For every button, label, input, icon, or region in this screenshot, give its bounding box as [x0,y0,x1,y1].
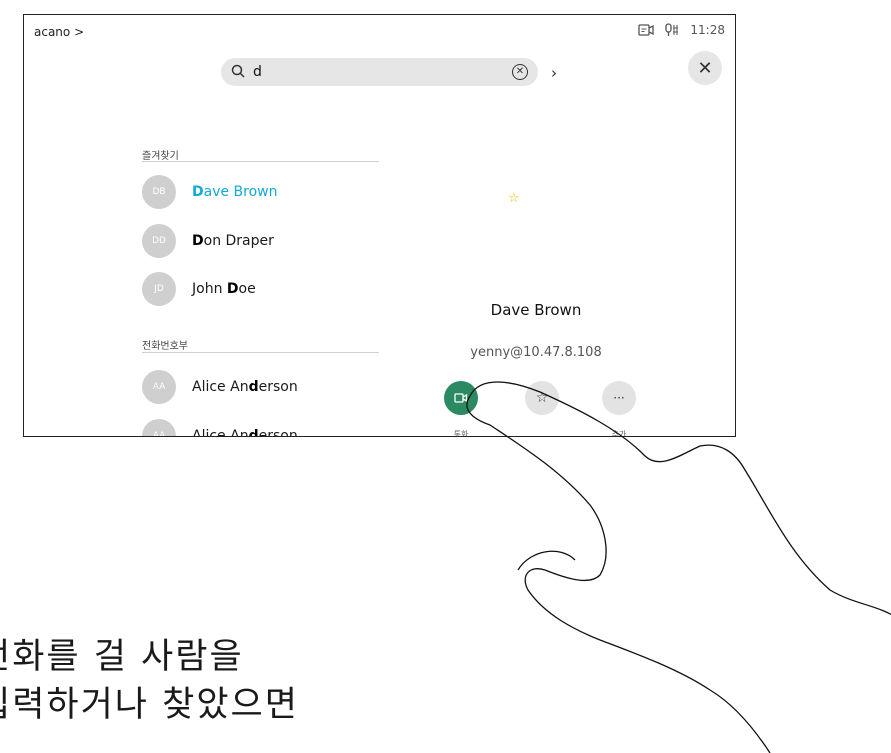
avatar: DD [142,224,176,258]
call-button[interactable] [444,381,478,415]
close-icon[interactable]: ✕ [688,51,722,85]
contact-row[interactable]: DD Don Draper [142,224,274,258]
avatar: AA [142,370,176,404]
star-icon[interactable]: ☆ [508,191,520,206]
star-icon: ☆ [535,390,549,406]
camera-icon [638,23,655,37]
top-bar: acano > 11:28 [24,15,735,47]
status-icons: 11:28 [638,23,725,37]
call-label: 통화 [453,430,469,437]
avatar: AA [142,419,176,436]
favorite-button[interactable]: ☆ [525,381,559,415]
divider [142,161,379,162]
avatar: JD [142,272,176,306]
more-label: 추가 [611,430,627,437]
instruction-caption: 전화를 걸 사람을 입력하거나 찾았으면 [0,633,299,729]
contact-row[interactable]: AA Alice Anderson [142,370,298,404]
contact-name: John Doe [192,281,256,297]
clock-time: 11:28 [690,23,725,37]
contact-name: Alice Anderson [192,379,298,395]
caption-line: 입력하거나 찾았으면 [0,685,299,725]
search-field[interactable]: d ✕ [221,58,538,86]
touch-panel-screen: acano > 11:28 d ✕ › ✕ 즐겨찾기 DB Dave Brown… [23,14,736,437]
contact-name: Don Draper [192,233,274,249]
more-icon: ··· [613,391,625,405]
contact-name: Alice Anderson [192,428,298,437]
contact-detail-uri: yenny@10.47.8.108 [470,345,602,360]
contact-row[interactable]: JD John Doe [142,272,256,306]
avatar: DB [142,175,176,209]
contact-detail-name: Dave Brown [490,301,582,319]
search-input[interactable]: d [253,64,512,80]
chevron-right-icon[interactable]: › [551,64,557,82]
search-icon [231,63,245,82]
divider [142,352,379,353]
contact-row[interactable]: AA Alice Anderson [142,419,298,437]
breadcrumb[interactable]: acano > [34,25,84,39]
clear-icon[interactable]: ✕ [512,64,528,80]
contact-row[interactable]: DB Dave Brown [142,175,278,209]
caption-line: 전화를 걸 사람을 [0,637,244,677]
video-call-icon [454,389,468,408]
directory-heading: 전화번호부 [142,341,188,352]
favorites-heading: 즐겨찾기 [142,151,179,162]
microphone-icon [664,23,680,37]
contact-name: Dave Brown [192,184,278,200]
more-button[interactable]: ··· [602,381,636,415]
